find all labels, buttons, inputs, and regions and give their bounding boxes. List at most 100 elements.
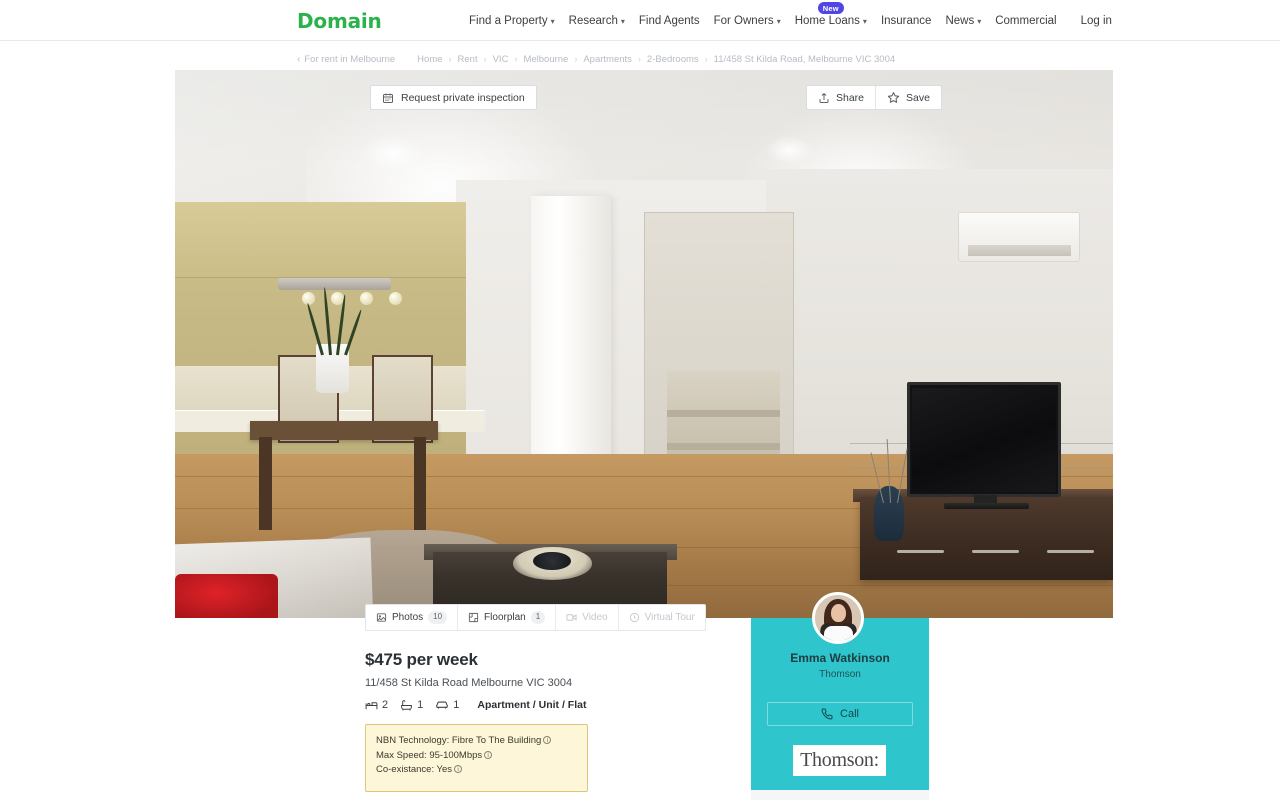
site-header: Domain Find a Property ▾ Research ▾ Find… bbox=[0, 0, 1280, 41]
call-button[interactable]: Call bbox=[767, 702, 913, 726]
tab-virtual-tour: Virtual Tour bbox=[619, 605, 705, 630]
nav-label: Home Loans bbox=[794, 14, 860, 27]
avatar-shirt bbox=[824, 626, 853, 641]
hero-property-photo[interactable] bbox=[175, 70, 1113, 618]
share-icon bbox=[818, 92, 830, 104]
nav-item-home-loans[interactable]: New Home Loans ▾ bbox=[788, 0, 874, 41]
photo-icon bbox=[376, 612, 387, 623]
feature-bathrooms-value: 1 bbox=[417, 699, 424, 711]
call-label: Call bbox=[840, 708, 859, 720]
nbn-coexistance-line: Co-existance: Yes i bbox=[376, 763, 577, 778]
breadcrumb: ‹ For rent in Melbourne Home › Rent › VI… bbox=[297, 51, 895, 67]
photo-table-leg bbox=[414, 437, 427, 531]
login-link[interactable]: Log in bbox=[1074, 0, 1119, 41]
bath-icon bbox=[400, 699, 413, 712]
nbn-max-speed-line: Max Speed: 95-100Mbps i bbox=[376, 749, 577, 764]
breadcrumb-separator: › bbox=[448, 54, 452, 64]
breadcrumb-separator: › bbox=[483, 54, 487, 64]
car-icon bbox=[435, 698, 449, 712]
chevron-down-icon: ▾ bbox=[862, 17, 867, 26]
chevron-down-icon: ▾ bbox=[776, 17, 781, 26]
star-icon bbox=[887, 91, 900, 104]
nbn-max-speed-text: Max Speed: 95-100Mbps bbox=[376, 749, 483, 761]
property-type-label: Apartment / Unit / Flat bbox=[477, 699, 587, 711]
feature-bedrooms: 2 bbox=[365, 699, 388, 712]
avatar bbox=[812, 592, 864, 644]
domain-logo[interactable]: Domain bbox=[297, 9, 382, 33]
bed-icon bbox=[365, 699, 378, 712]
share-save-group: Share Save bbox=[806, 85, 942, 110]
photo-drawer-handle bbox=[1047, 549, 1095, 553]
nbn-info-box: NBN Technology: Fibre To The Building i M… bbox=[365, 724, 588, 792]
tab-video: Video bbox=[556, 605, 619, 630]
tab-photos[interactable]: Photos 10 bbox=[366, 605, 459, 630]
nav-label: Find a Property bbox=[469, 14, 548, 27]
agency-logo[interactable]: Thomson: bbox=[793, 745, 886, 776]
agent-name[interactable]: Emma Watkinson bbox=[751, 651, 929, 665]
info-icon[interactable]: i bbox=[543, 736, 552, 744]
chevron-left-icon: ‹ bbox=[297, 53, 301, 65]
tab-floorplan-label: Floorplan bbox=[484, 612, 526, 623]
nav-item-find-a-property[interactable]: Find a Property ▾ bbox=[462, 0, 562, 41]
photo-television-base bbox=[944, 502, 1029, 509]
listing-address: 11/458 St Kilda Road Melbourne VIC 3004 bbox=[365, 677, 573, 689]
info-icon[interactable]: i bbox=[454, 765, 463, 773]
video-icon bbox=[566, 612, 577, 623]
photo-stair-line bbox=[667, 409, 780, 417]
chevron-down-icon: ▾ bbox=[977, 17, 982, 26]
media-tabs: Photos 10 Floorplan 1 Video Virtual Tour bbox=[365, 604, 706, 631]
avatar-face bbox=[831, 604, 846, 622]
breadcrumb-separator: › bbox=[574, 54, 578, 64]
photo-air-conditioner-vent bbox=[967, 245, 1071, 257]
photo-dining-table bbox=[250, 420, 438, 440]
photo-red-cushion bbox=[175, 574, 279, 618]
nbn-technology-text: NBN Technology: Fibre To The Building bbox=[376, 735, 542, 746]
nav-item-find-agents[interactable]: Find Agents bbox=[632, 0, 707, 41]
nav-label: Insurance bbox=[880, 14, 932, 27]
listing-price: $475 per week bbox=[365, 650, 478, 669]
login-label: Log in bbox=[1080, 14, 1112, 27]
photo-television-screen bbox=[912, 387, 1056, 492]
floorplan-icon bbox=[468, 612, 479, 623]
breadcrumb-item-rent[interactable]: Rent bbox=[458, 54, 478, 65]
nav-item-news[interactable]: News ▾ bbox=[938, 0, 988, 41]
nav-item-insurance[interactable]: Insurance bbox=[874, 0, 939, 41]
agent-card-footer bbox=[751, 790, 929, 800]
tab-photos-label: Photos bbox=[392, 612, 424, 623]
phone-icon bbox=[821, 708, 833, 720]
property-listing-page: Domain Find a Property ▾ Research ▾ Find… bbox=[0, 0, 1280, 800]
info-icon[interactable]: i bbox=[484, 750, 493, 759]
photo-spotlight bbox=[388, 291, 402, 305]
calendar-icon bbox=[382, 92, 394, 104]
breadcrumb-item-apartments[interactable]: Apartments bbox=[583, 54, 632, 65]
request-inspection-label: Request private inspection bbox=[401, 91, 525, 104]
breadcrumb-item-melbourne[interactable]: Melbourne bbox=[523, 54, 568, 65]
feature-bedrooms-value: 2 bbox=[382, 699, 389, 711]
feature-parking-value: 1 bbox=[453, 699, 460, 711]
save-label: Save bbox=[906, 91, 930, 104]
photo-ceiling-light bbox=[362, 135, 423, 170]
breadcrumb-item-vic[interactable]: VIC bbox=[493, 54, 509, 65]
nav-item-commercial[interactable]: Commercial bbox=[988, 0, 1063, 41]
save-button[interactable]: Save bbox=[876, 86, 941, 109]
breadcrumb-back-label: For rent in Melbourne bbox=[304, 53, 396, 65]
chevron-down-icon: ▾ bbox=[550, 17, 555, 26]
nav-label: Find Agents bbox=[638, 14, 700, 27]
agent-agency-name: Thomson bbox=[819, 669, 861, 680]
new-badge: New bbox=[817, 2, 844, 14]
share-button[interactable]: Share bbox=[807, 86, 875, 109]
request-private-inspection-button[interactable]: Request private inspection bbox=[370, 85, 537, 110]
nav-label: Commercial bbox=[995, 14, 1057, 27]
breadcrumb-item-home[interactable]: Home bbox=[417, 54, 442, 65]
nav-label: For Owners bbox=[713, 14, 774, 27]
breadcrumb-item-2-bedrooms[interactable]: 2-Bedrooms bbox=[647, 54, 699, 65]
nav-item-research[interactable]: Research ▾ bbox=[562, 0, 632, 41]
tab-photos-count: 10 bbox=[428, 611, 448, 624]
tab-floorplan[interactable]: Floorplan 1 bbox=[458, 605, 557, 630]
breadcrumb-back-link[interactable]: ‹ For rent in Melbourne bbox=[297, 54, 395, 65]
share-label: Share bbox=[836, 91, 865, 104]
nav-item-for-owners[interactable]: For Owners ▾ bbox=[707, 0, 788, 41]
nav-label: News bbox=[945, 14, 975, 27]
nbn-coexistance-text: Co-existance: Yes bbox=[376, 764, 453, 775]
agency-logo-text: Thomson: bbox=[800, 749, 879, 771]
